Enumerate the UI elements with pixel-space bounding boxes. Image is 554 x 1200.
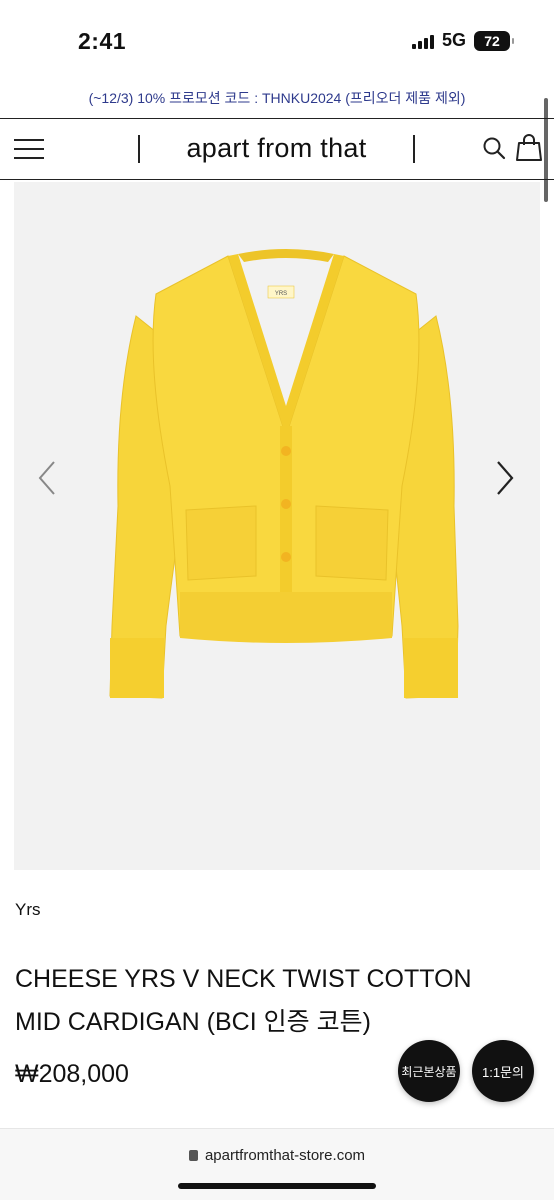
header-divider-right [413,135,415,163]
chevron-right-icon[interactable] [492,458,516,498]
network-label: 5G [441,30,466,50]
product-brand[interactable]: Yrs [15,900,41,920]
product-title-line2: MID CARDIGAN (BCI 인증 코튼) [15,1008,371,1036]
status-indicators: 5G 72 [411,30,514,51]
url-text: apartfromthat-store.com [204,1147,366,1164]
product-title: CHEESE YRS V NECK TWIST COTTON MID CARDI… [15,958,535,1044]
product-price: ₩208,000 [15,1060,129,1088]
lock-icon [188,1150,198,1161]
product-gallery[interactable]: YRS [14,182,540,870]
search-icon[interactable] [482,136,506,160]
product-image-cardigan: YRS [109,249,459,699]
product-title-line1: CHEESE YRS V NECK TWIST COTTON [15,965,472,993]
browser-url-bar[interactable]: apartfromthat-store.com [0,1128,554,1200]
site-header: apart from that [0,118,554,180]
chevron-left-icon[interactable] [36,458,60,498]
status-bar: 2:41 5G 72 [0,0,554,82]
home-indicator[interactable] [178,1183,376,1189]
battery-icon: 72 [474,30,514,51]
recent-products-button[interactable]: 최근본상품 [398,1040,460,1102]
menu-icon[interactable] [14,139,44,159]
shopping-bag-icon[interactable] [516,133,542,161]
garment-label-text: YRS [275,291,287,297]
status-time: 2:41 [78,28,127,54]
inquiry-button[interactable]: 1:1문의 [472,1040,534,1102]
promo-banner[interactable]: (~12/3) 10% 프로모션 코드 : THNKU2024 (프리오더 제품… [0,88,554,108]
signal-icon [411,33,434,49]
site-logo[interactable]: apart from that [140,133,413,164]
url-field[interactable]: apartfromthat-store.com [0,1147,554,1164]
